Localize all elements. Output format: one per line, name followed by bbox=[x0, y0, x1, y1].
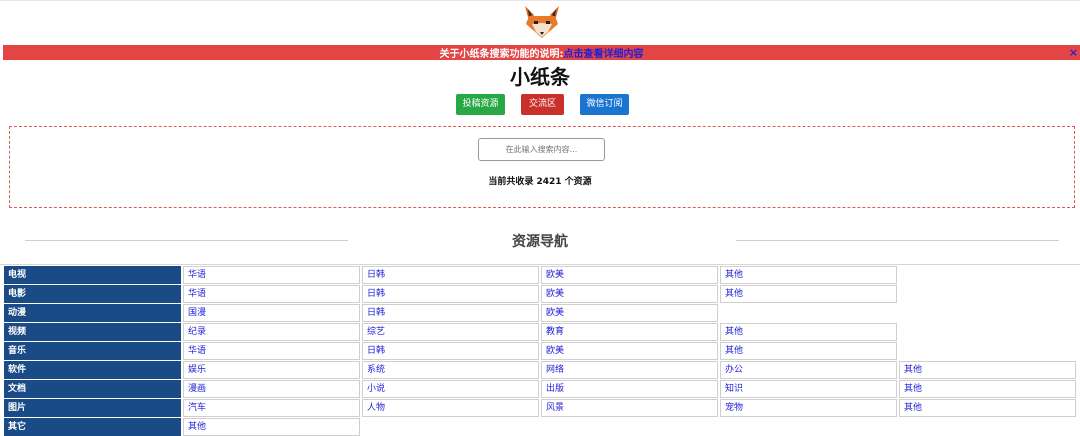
forum-button[interactable]: 交流区 bbox=[521, 94, 564, 115]
category-label[interactable]: 电视 bbox=[4, 266, 181, 284]
notice-banner: 关于小纸条搜索功能的说明: 点击查看详细内容 × bbox=[3, 45, 1080, 60]
category-label[interactable]: 软件 bbox=[4, 361, 181, 379]
subcategory-link[interactable]: 综艺 bbox=[362, 323, 539, 341]
subcategory-link[interactable]: 风景 bbox=[541, 399, 718, 417]
subcategory-link[interactable]: 日韩 bbox=[362, 266, 539, 284]
subcategory-link[interactable]: 其他 bbox=[899, 361, 1076, 379]
subcategory-link[interactable]: 欧美 bbox=[541, 342, 718, 360]
subcategory-link[interactable]: 出版 bbox=[541, 380, 718, 398]
category-label[interactable]: 视频 bbox=[4, 323, 181, 341]
subcategory-link[interactable]: 华语 bbox=[183, 342, 360, 360]
subcategory-link[interactable]: 欧美 bbox=[541, 285, 718, 303]
subcategory-link[interactable]: 国漫 bbox=[183, 304, 360, 322]
category-label[interactable]: 音乐 bbox=[4, 342, 181, 360]
subcategory-link[interactable]: 其他 bbox=[183, 418, 360, 436]
notice-details-link[interactable]: 点击查看详细内容 bbox=[564, 45, 644, 60]
subcategory-link[interactable]: 其他 bbox=[720, 285, 897, 303]
subcategory-link[interactable]: 网络 bbox=[541, 361, 718, 379]
category-label[interactable]: 动漫 bbox=[4, 304, 181, 322]
subcategory-link[interactable]: 其他 bbox=[899, 380, 1076, 398]
subcategory-link[interactable]: 小说 bbox=[362, 380, 539, 398]
top-border bbox=[0, 0, 1080, 1]
subcategory-link[interactable]: 纪录 bbox=[183, 323, 360, 341]
fox-logo bbox=[525, 6, 559, 38]
subcategory-link[interactable]: 其他 bbox=[720, 323, 897, 341]
submit-resource-button[interactable]: 投稿资源 bbox=[456, 94, 505, 115]
subcategory-link[interactable]: 日韩 bbox=[362, 304, 539, 322]
wechat-subscribe-button[interactable]: 微信订阅 bbox=[580, 94, 629, 115]
subcategory-link[interactable]: 人物 bbox=[362, 399, 539, 417]
subcategory-link[interactable]: 知识 bbox=[720, 380, 897, 398]
subcategory-link[interactable]: 欧美 bbox=[541, 304, 718, 322]
subcategory-link[interactable]: 系统 bbox=[362, 361, 539, 379]
subcategory-link[interactable]: 汽车 bbox=[183, 399, 360, 417]
subcategory-link[interactable]: 华语 bbox=[183, 266, 360, 284]
section-separator bbox=[0, 264, 1080, 265]
subcategory-link[interactable]: 娱乐 bbox=[183, 361, 360, 379]
subcategory-link[interactable]: 办公 bbox=[720, 361, 897, 379]
subcategory-link[interactable]: 宠物 bbox=[720, 399, 897, 417]
subcategory-link[interactable]: 教育 bbox=[541, 323, 718, 341]
subcategory-link[interactable]: 其他 bbox=[720, 342, 897, 360]
category-label[interactable]: 图片 bbox=[4, 399, 181, 417]
close-icon[interactable]: × bbox=[1069, 45, 1078, 60]
resource-count: 当前共收录 2421 个资源 bbox=[488, 177, 592, 187]
nav-title: 资源导航 bbox=[512, 234, 568, 250]
notice-text: 关于小纸条搜索功能的说明: bbox=[439, 49, 564, 60]
subcategory-link[interactable]: 漫画 bbox=[183, 380, 360, 398]
subcategory-link[interactable]: 日韩 bbox=[362, 285, 539, 303]
category-label[interactable]: 文档 bbox=[4, 380, 181, 398]
category-label[interactable]: 其它 bbox=[4, 418, 181, 436]
subcategory-link[interactable]: 其他 bbox=[720, 266, 897, 284]
subcategory-link[interactable]: 华语 bbox=[183, 285, 360, 303]
subcategory-link[interactable]: 其他 bbox=[899, 399, 1076, 417]
subcategory-link[interactable]: 欧美 bbox=[541, 266, 718, 284]
subcategory-link[interactable]: 日韩 bbox=[362, 342, 539, 360]
category-label[interactable]: 电影 bbox=[4, 285, 181, 303]
search-input[interactable] bbox=[478, 138, 605, 161]
site-title: 小纸条 bbox=[510, 65, 570, 89]
